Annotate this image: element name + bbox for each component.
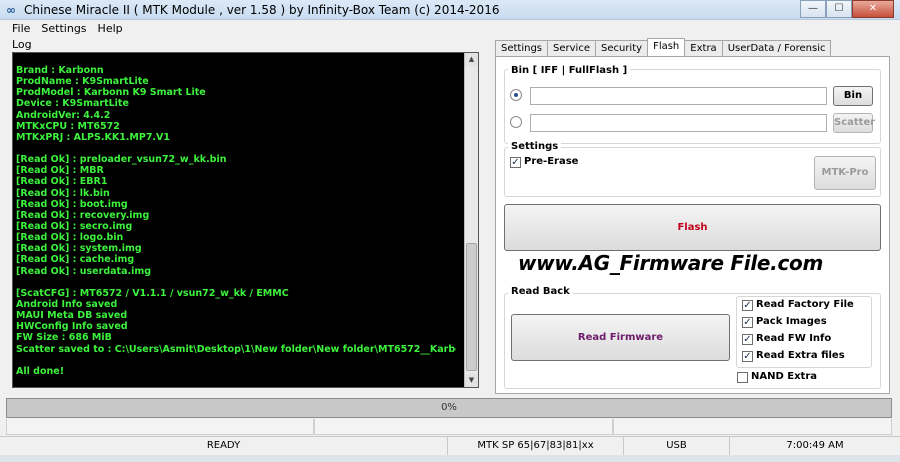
nand-extra-label: NAND Extra bbox=[751, 371, 818, 382]
checkmark-icon: ✓ bbox=[511, 157, 520, 168]
log-line: ProdName : K9SmartLite bbox=[16, 76, 149, 88]
log-line: MTKxCPU : MT6572 bbox=[16, 120, 120, 132]
pack-images-label: Pack Images bbox=[756, 316, 827, 327]
readback-group-title: Read Back bbox=[508, 286, 573, 297]
tab-security[interactable]: Security bbox=[594, 40, 649, 56]
log-line: Android Info saved bbox=[16, 298, 118, 310]
scroll-thumb[interactable] bbox=[466, 243, 477, 371]
progress-text: 0% bbox=[441, 402, 457, 413]
pre-erase-label: Pre-Erase bbox=[524, 156, 579, 167]
log-line: AndroidVer: 4.4.2 bbox=[16, 109, 111, 121]
log-console[interactable]: Brand : Karbonn ProdName : K9SmartLite Pro… bbox=[12, 52, 479, 388]
title-bar: ∞ Chinese Miracle II ( MTK Module , ver … bbox=[0, 0, 900, 20]
checkmark-icon: ✓ bbox=[743, 300, 752, 311]
tab-userdata-forensic[interactable]: UserData / Forensic bbox=[721, 40, 832, 56]
log-line: [ScatCFG] : MT6572 / V1.1.1 / vsun72_w_k… bbox=[16, 287, 289, 299]
log-scrollbar[interactable]: ▲ ▼ bbox=[464, 53, 478, 387]
log-line: [Read Ok] : preloader_vsun72_w_kk.bin bbox=[16, 154, 227, 166]
info-strip-cell bbox=[6, 419, 314, 435]
minimize-button[interactable]: — bbox=[800, 0, 826, 18]
log-line: [Read Ok] : lk.bin bbox=[16, 187, 110, 199]
scroll-down-arrow-icon[interactable]: ▼ bbox=[465, 374, 478, 387]
log-line: [Read Ok] : EBR1 bbox=[16, 176, 108, 188]
read-fw-info-label: Read FW Info bbox=[756, 333, 832, 344]
tab-settings[interactable]: Settings bbox=[495, 40, 549, 56]
read-extra-files-label: Read Extra files bbox=[756, 350, 845, 361]
flash-button[interactable]: Flash bbox=[504, 204, 881, 251]
log-line: [Read Ok] : boot.img bbox=[16, 198, 128, 210]
status-chip: MTK SP 65|67|83|81|xx bbox=[448, 437, 624, 455]
menu-settings[interactable]: Settings bbox=[35, 21, 91, 37]
bottom-strip bbox=[0, 455, 900, 462]
log-line: All done! bbox=[16, 365, 65, 377]
read-firmware-button[interactable]: Read Firmware bbox=[511, 314, 730, 361]
maximize-button[interactable]: ☐ bbox=[826, 0, 852, 18]
infinity-logo-icon: ∞ bbox=[6, 3, 16, 17]
log-line: MAUI Meta DB saved bbox=[16, 310, 128, 322]
window-controls: — ☐ ✕ bbox=[800, 0, 894, 18]
checkmark-icon: ✓ bbox=[743, 351, 752, 362]
status-bar: READY MTK SP 65|67|83|81|xx USB 7:00:49 … bbox=[0, 436, 900, 455]
info-strip-cell bbox=[314, 419, 613, 435]
read-extra-files-checkbox[interactable]: ✓ bbox=[742, 351, 753, 362]
log-line: [Read Ok] : system.img bbox=[16, 243, 142, 255]
scatter-path-input[interactable] bbox=[530, 114, 827, 132]
pack-images-checkbox[interactable]: ✓ bbox=[742, 317, 753, 328]
info-strip-cell bbox=[613, 419, 892, 435]
scatter-button[interactable]: Scatter bbox=[833, 113, 875, 133]
close-button[interactable]: ✕ bbox=[852, 0, 894, 18]
log-line: [Read Ok] : cache.img bbox=[16, 254, 135, 266]
log-line: [Read Ok] : logo.bin bbox=[16, 232, 124, 244]
bin-path-input[interactable] bbox=[530, 87, 827, 105]
bin-group bbox=[504, 69, 881, 144]
scatter-radio[interactable] bbox=[510, 116, 522, 128]
log-line: Brand : Karbonn bbox=[16, 65, 104, 76]
log-line: ProdModel : Karbonn K9 Smart Lite bbox=[16, 87, 206, 99]
scroll-up-arrow-icon[interactable]: ▲ bbox=[465, 53, 478, 66]
window-title: Chinese Miracle II ( MTK Module , ver 1.… bbox=[24, 3, 500, 17]
log-line: [Read Ok] : secro.img bbox=[16, 220, 133, 232]
checkmark-icon: ✓ bbox=[743, 334, 752, 345]
status-time: 7:00:49 AM bbox=[786, 440, 844, 451]
tab-service[interactable]: Service bbox=[547, 40, 596, 56]
read-fw-info-checkbox[interactable]: ✓ bbox=[742, 334, 753, 345]
tab-extra[interactable]: Extra bbox=[684, 40, 723, 56]
watermark-text: www.AG_Firmware File.com bbox=[518, 251, 823, 275]
log-line: [Read Ok] : recovery.img bbox=[16, 209, 150, 221]
menu-bar: File Settings Help bbox=[0, 21, 900, 37]
log-line: [Read Ok] : userdata.img bbox=[16, 265, 152, 277]
pre-erase-checkbox[interactable]: ✓ bbox=[510, 157, 521, 168]
progress-bar: 0% bbox=[6, 398, 892, 418]
settings-group-title: Settings bbox=[508, 141, 562, 152]
tab-strip: Settings Service Security Flash Extra Us… bbox=[495, 38, 832, 56]
checkmark-icon: ✓ bbox=[743, 317, 752, 328]
read-factory-file-label: Read Factory File bbox=[756, 299, 854, 310]
log-line: Device : K9SmartLite bbox=[16, 98, 129, 110]
log-line: [Read Ok] : MBR bbox=[16, 165, 104, 177]
log-lines: Brand : Karbonn ProdName : K9SmartLite Pro… bbox=[16, 65, 456, 377]
status-state: READY bbox=[0, 437, 448, 455]
nand-extra-checkbox[interactable] bbox=[737, 372, 748, 383]
menu-file[interactable]: File bbox=[0, 21, 35, 37]
read-factory-file-checkbox[interactable]: ✓ bbox=[742, 300, 753, 311]
info-strip bbox=[6, 419, 892, 435]
menu-help[interactable]: Help bbox=[92, 21, 128, 37]
log-line: HWConfig Info saved bbox=[16, 321, 128, 333]
log-line: Scatter saved to : C:\Users\Asmit\Deskto… bbox=[16, 343, 456, 355]
mtk-pro-button[interactable]: MTK-Pro bbox=[814, 156, 876, 190]
flash-tab-panel: Bin [ IFF | FullFlash ] Bin Scatter Sett… bbox=[495, 56, 890, 394]
bin-radio[interactable] bbox=[510, 89, 522, 101]
tab-flash[interactable]: Flash bbox=[647, 38, 686, 56]
log-label: Log bbox=[12, 38, 32, 51]
status-port: USB bbox=[624, 437, 730, 455]
log-line: FW Size : 686 MiB bbox=[16, 332, 112, 344]
bin-group-title: Bin [ IFF | FullFlash ] bbox=[508, 65, 631, 76]
log-line: MTKxPRJ : ALPS.KK1.MP7.V1 bbox=[16, 131, 171, 143]
bin-button[interactable]: Bin bbox=[833, 86, 873, 106]
